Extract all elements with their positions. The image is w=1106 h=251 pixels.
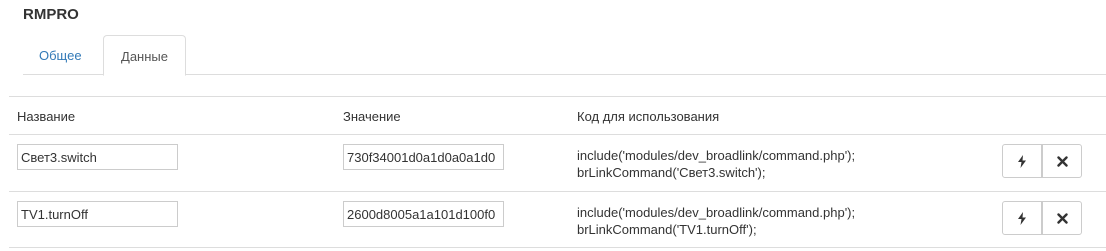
tab-bar: Общее Данные (23, 35, 1106, 76)
table-row: include('modules/dev_broadlink/command.p… (9, 192, 1106, 248)
tab-general[interactable]: Общее (23, 35, 98, 76)
close-icon (1056, 212, 1068, 224)
run-command-button[interactable] (1002, 201, 1042, 235)
column-header-value: Значение (343, 109, 401, 124)
usage-code: include('modules/dev_broadlink/command.p… (577, 147, 855, 181)
usage-code-line: include('modules/dev_broadlink/command.p… (577, 205, 856, 220)
run-command-button[interactable] (1002, 144, 1042, 178)
usage-code: include('modules/dev_broadlink/command.p… (577, 204, 855, 238)
usage-code-line: brLinkCommand('TV1.turnOff'); (577, 222, 757, 237)
bolt-icon (1018, 211, 1026, 225)
close-icon (1056, 155, 1068, 167)
delete-button[interactable] (1042, 201, 1082, 235)
name-input[interactable] (17, 201, 178, 227)
name-input[interactable] (17, 144, 178, 170)
value-input[interactable] (343, 144, 504, 170)
column-header-code: Код для использования (577, 109, 720, 124)
table-header: Название Значение Код для использования (9, 97, 1106, 135)
delete-button[interactable] (1042, 144, 1082, 178)
tab-data[interactable]: Данные (103, 35, 186, 76)
page-title: RMPRO (23, 6, 79, 23)
column-header-name: Название (17, 109, 76, 124)
value-input[interactable] (343, 201, 504, 227)
usage-code-line: include('modules/dev_broadlink/command.p… (577, 148, 856, 163)
data-table: Название Значение Код для использования … (9, 96, 1106, 248)
bolt-icon (1018, 154, 1026, 168)
usage-code-line: brLinkCommand('Свет3.switch'); (577, 165, 766, 180)
table-row: include('modules/dev_broadlink/command.p… (9, 135, 1106, 192)
